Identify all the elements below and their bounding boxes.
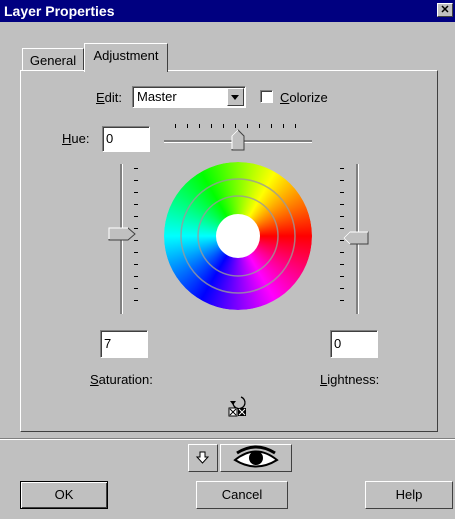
move-down-button[interactable] (188, 444, 218, 472)
help-button[interactable]: Help (365, 481, 453, 509)
arrow-down-icon (195, 451, 210, 464)
hue-input[interactable]: 0 (102, 126, 150, 152)
colorize-checkbox[interactable] (260, 90, 273, 103)
saturation-slider[interactable] (104, 160, 144, 318)
close-icon: ✕ (440, 4, 450, 16)
lightness-slider[interactable] (334, 160, 374, 318)
reset-undo-icon (228, 396, 246, 417)
saturation-label: Saturation: (90, 372, 153, 387)
edit-label: Edit: (96, 90, 123, 105)
separator-highlight (0, 439, 455, 440)
ok-button[interactable]: OK (20, 481, 108, 509)
cancel-button[interactable]: Cancel (196, 481, 288, 509)
tab-adjustment[interactable]: Adjustment (84, 43, 168, 72)
chevron-down-icon (231, 95, 239, 100)
colorize-label[interactable]: Colorize (280, 90, 328, 105)
edit-dropdown-button[interactable] (227, 88, 244, 106)
tab-general[interactable]: General (22, 48, 84, 70)
reset-button[interactable] (225, 393, 251, 419)
title-bar[interactable]: Layer Properties ✕ (0, 0, 455, 22)
lightness-input[interactable]: 0 (330, 330, 378, 358)
close-button[interactable]: ✕ (437, 3, 453, 17)
hue-slider[interactable] (160, 118, 316, 154)
tab-adjustment-label: Adjustment (93, 48, 159, 63)
eye-icon (233, 445, 279, 468)
edit-select[interactable]: Master (132, 86, 246, 108)
preview-toggle-button[interactable] (220, 444, 292, 472)
window-title: Layer Properties (4, 3, 115, 19)
tab-general-label: General (29, 53, 77, 68)
lightness-label: Lightness: (320, 372, 380, 387)
color-wheel[interactable] (162, 160, 314, 312)
edit-select-value: Master (137, 89, 177, 104)
hue-label: Hue: (62, 131, 90, 146)
saturation-input[interactable]: 7 (100, 330, 148, 358)
